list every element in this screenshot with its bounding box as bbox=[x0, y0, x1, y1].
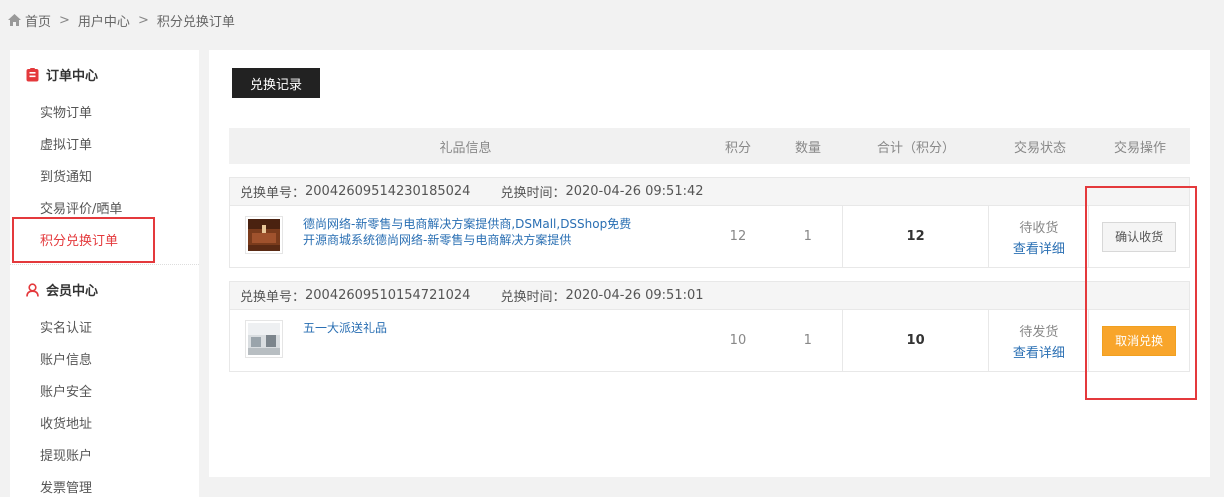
user-icon bbox=[26, 282, 39, 297]
sidebar-item-arrival-notice[interactable]: 到货通知 bbox=[40, 166, 92, 185]
sidebar: 订单中心 实物订单 虚拟订单 到货通知 交易评价/晒单 积分兑换订单 会员中心 … bbox=[10, 50, 199, 497]
main-panel: 兑换记录 礼品信息 积分 数量 合计（积分） 交易状态 交易操作 兑换单号： 2… bbox=[209, 50, 1210, 477]
breadcrumb-separator: > bbox=[59, 12, 70, 28]
qty-cell: 1 bbox=[803, 229, 812, 244]
order-center-label: 订单中心 bbox=[46, 69, 99, 84]
gift-thumbnail[interactable] bbox=[245, 320, 283, 358]
sidebar-item-invoice[interactable]: 发票管理 bbox=[40, 477, 92, 496]
order-row: 五一大派送礼品 10 1 10 待发货 查看详细 取消兑换 bbox=[230, 310, 1189, 371]
total-cell: 10 bbox=[841, 310, 990, 371]
breadcrumb: 首页 > 用户中心 > 积分兑换订单 bbox=[8, 11, 235, 30]
order-time-label: 兑换时间： bbox=[500, 290, 566, 305]
sidebar-divider bbox=[10, 264, 199, 265]
points-cell: 10 bbox=[729, 333, 747, 348]
col-qty: 数量 bbox=[794, 140, 821, 156]
gift-info-cell: 德尚网络-新零售与电商解决方案提供商,DSMall,DSShop免费开源商城系统… bbox=[230, 206, 702, 267]
col-status: 交易状态 bbox=[1013, 140, 1066, 156]
order-row: 德尚网络-新零售与电商解决方案提供商,DSMall,DSShop免费开源商城系统… bbox=[230, 206, 1189, 267]
order-icon bbox=[26, 67, 39, 81]
gift-image bbox=[248, 323, 280, 355]
order-card: 兑换单号： 20042609514230185024 兑换时间： 2020-04… bbox=[229, 177, 1190, 268]
view-detail-link[interactable]: 查看详细 bbox=[1013, 238, 1065, 257]
tab-exchange-records[interactable]: 兑换记录 bbox=[232, 68, 320, 98]
sidebar-item-address[interactable]: 收货地址 bbox=[40, 413, 92, 432]
sidebar-item-virtual-orders[interactable]: 虚拟订单 bbox=[40, 134, 92, 153]
gift-image bbox=[248, 219, 280, 251]
order-no-label: 兑换单号： bbox=[240, 186, 306, 201]
order-no: 20042609514230185024 bbox=[305, 184, 471, 199]
breadcrumb-separator: > bbox=[137, 12, 149, 28]
order-time: 2020-04-26 09:51:42 bbox=[565, 184, 704, 199]
order-no: 20042609510154721024 bbox=[305, 288, 471, 303]
gift-info-cell: 五一大派送礼品 bbox=[230, 310, 702, 371]
order-time: 2020-04-26 09:51:01 bbox=[565, 288, 704, 303]
points-cell: 12 bbox=[729, 229, 747, 244]
qty-cell: 1 bbox=[803, 333, 812, 348]
sidebar-item-account-info[interactable]: 账户信息 bbox=[40, 349, 92, 368]
breadcrumb-user-center[interactable]: 用户中心 bbox=[78, 11, 130, 30]
total-cell: 12 bbox=[841, 206, 990, 267]
order-header: 兑换单号： 20042609514230185024 兑换时间： 2020-04… bbox=[230, 178, 1189, 206]
status-cell: 待收货 查看详细 bbox=[989, 206, 1090, 267]
breadcrumb-home[interactable]: 首页 bbox=[25, 11, 51, 30]
order-time-label: 兑换时间： bbox=[500, 186, 566, 201]
order-status: 待收货 bbox=[1019, 220, 1059, 236]
order-header: 兑换单号： 20042609510154721024 兑换时间： 2020-04… bbox=[230, 282, 1189, 310]
sidebar-item-account-security[interactable]: 账户安全 bbox=[40, 381, 92, 400]
col-points: 积分 bbox=[724, 140, 751, 156]
order-card: 兑换单号： 20042609510154721024 兑换时间： 2020-04… bbox=[229, 281, 1190, 372]
col-operation: 交易操作 bbox=[1113, 140, 1166, 156]
order-status: 待发货 bbox=[1019, 324, 1059, 340]
gift-thumbnail[interactable] bbox=[245, 216, 283, 254]
table-header: 礼品信息 积分 数量 合计（积分） 交易状态 交易操作 bbox=[229, 128, 1190, 164]
order-center-title: 订单中心 bbox=[26, 65, 98, 84]
sidebar-item-reviews[interactable]: 交易评价/晒单 bbox=[40, 198, 122, 217]
gift-name-link[interactable]: 五一大派送礼品 bbox=[303, 320, 633, 336]
col-total: 合计（积分） bbox=[876, 140, 955, 156]
breadcrumb-current: 积分兑换订单 bbox=[156, 14, 235, 30]
home-icon[interactable] bbox=[8, 14, 21, 26]
sidebar-item-withdraw-account[interactable]: 提现账户 bbox=[40, 445, 92, 464]
view-detail-link[interactable]: 查看详细 bbox=[1013, 342, 1065, 361]
highlight-box bbox=[12, 217, 155, 263]
status-cell: 待发货 查看详细 bbox=[989, 310, 1090, 371]
sidebar-item-physical-orders[interactable]: 实物订单 bbox=[40, 102, 92, 121]
member-center-title: 会员中心 bbox=[26, 280, 98, 299]
col-gift-info: 礼品信息 bbox=[439, 140, 492, 156]
highlight-box bbox=[1085, 186, 1197, 400]
member-center-label: 会员中心 bbox=[46, 284, 99, 299]
gift-name-link[interactable]: 德尚网络-新零售与电商解决方案提供商,DSMall,DSShop免费开源商城系统… bbox=[303, 216, 633, 248]
sidebar-item-real-name[interactable]: 实名认证 bbox=[40, 317, 92, 336]
order-no-label: 兑换单号： bbox=[240, 290, 306, 305]
